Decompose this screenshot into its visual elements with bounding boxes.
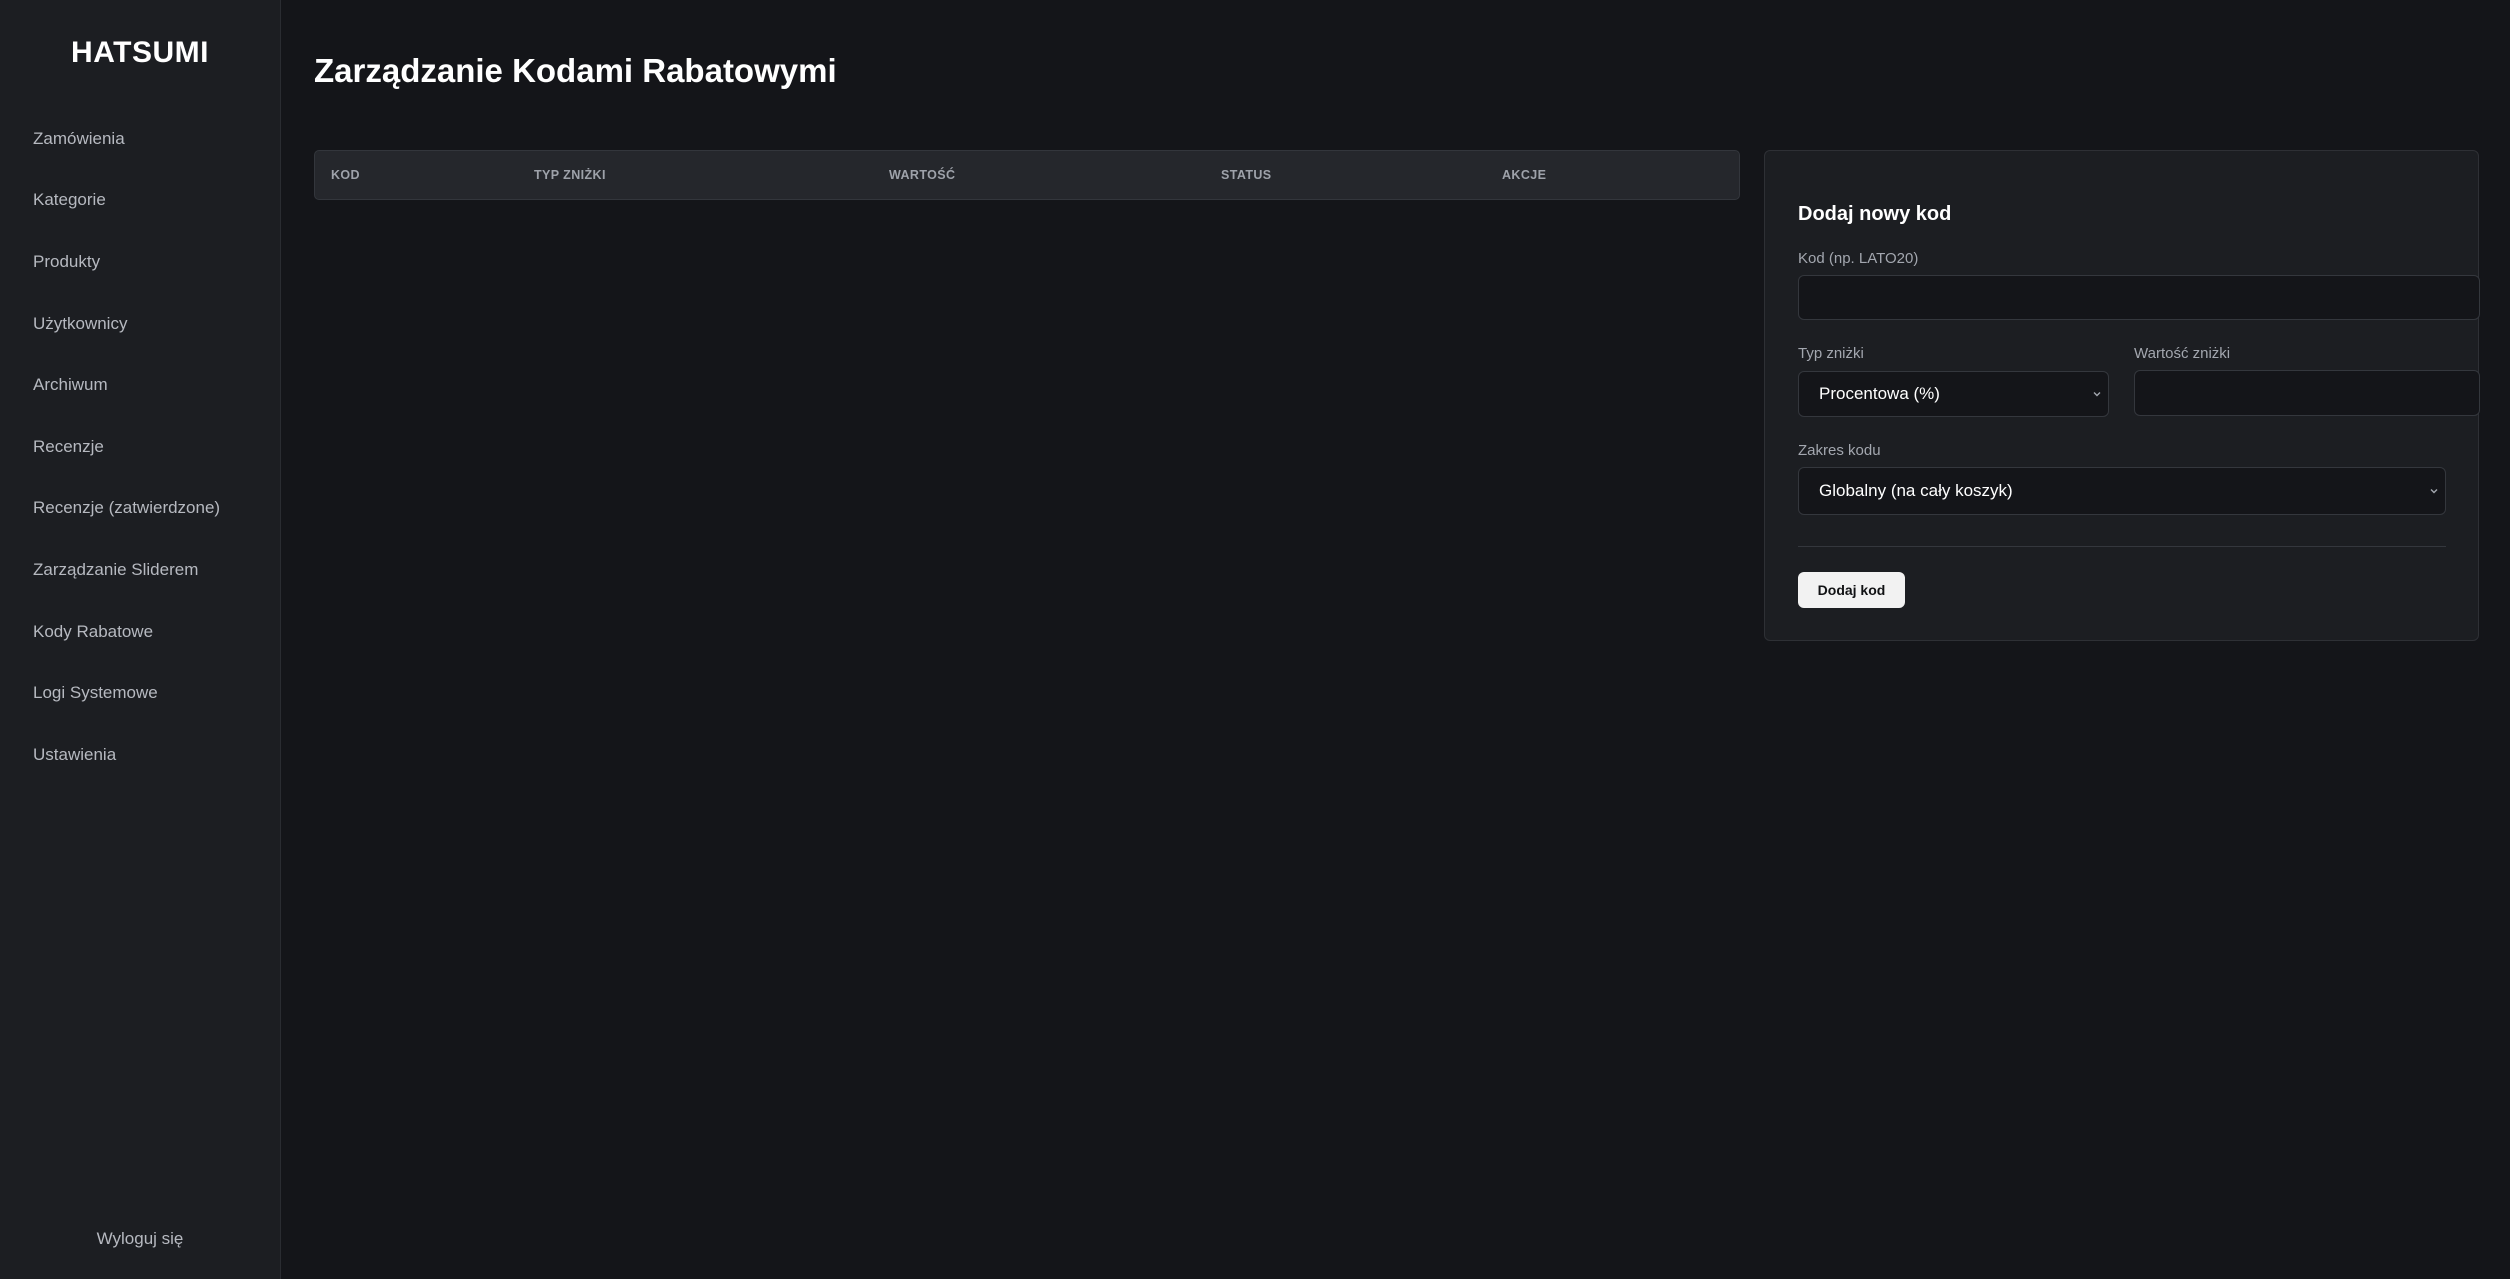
scope-label: Zakres kodu	[1798, 442, 1881, 459]
discount-type-select[interactable]: Procentowa (%)	[1798, 371, 2109, 417]
page-title: Zarządzanie Kodami Rabatowymi	[314, 52, 837, 89]
brand-logo: HATSUMI	[71, 36, 209, 69]
sidebar-item-zamowienia[interactable]: Zamówienia	[0, 108, 280, 170]
sidebar-item-recenzje[interactable]: Recenzje	[0, 416, 280, 478]
code-label: Kod (np. LATO20)	[1798, 250, 1919, 267]
sidebar-item-uzytkownicy[interactable]: Użytkownicy	[0, 293, 280, 355]
form-divider	[1798, 546, 2446, 547]
discount-value-input[interactable]	[2134, 370, 2480, 416]
main-content: Zarządzanie Kodami Rabatowymi KOD TYP ZN…	[281, 0, 2510, 1279]
sidebar-item-kategorie[interactable]: Kategorie	[0, 170, 280, 232]
add-code-button[interactable]: Dodaj kod	[1798, 572, 1905, 608]
scope-select[interactable]: Globalny (na cały koszyk)	[1798, 467, 2446, 515]
chevron-down-icon	[2093, 392, 2101, 397]
column-header-kod[interactable]: KOD	[331, 151, 360, 199]
column-header-wartosc[interactable]: WARTOŚĆ	[889, 151, 955, 199]
sidebar-item-logi-systemowe[interactable]: Logi Systemowe	[0, 662, 280, 724]
sidebar: HATSUMI Zamówienia Kategorie Produkty Uż…	[0, 0, 281, 1279]
sidebar-nav: Zamówienia Kategorie Produkty Użytkownic…	[0, 108, 280, 786]
sidebar-item-recenzje-zatwierdzone[interactable]: Recenzje (zatwierdzone)	[0, 478, 280, 540]
discount-value-label: Wartość zniżki	[2134, 345, 2231, 362]
column-header-akcje[interactable]: AKCJE	[1502, 151, 1546, 199]
column-header-status[interactable]: STATUS	[1221, 151, 1272, 199]
discount-codes-table: KOD TYP ZNIŻKI WARTOŚĆ STATUS AKCJE	[314, 150, 1740, 200]
app: HATSUMI Zamówienia Kategorie Produkty Uż…	[0, 0, 2510, 1279]
sidebar-item-zarzadzanie-sliderem[interactable]: Zarządzanie Sliderem	[0, 539, 280, 601]
chevron-down-icon	[2430, 489, 2438, 494]
discount-type-value: Procentowa (%)	[1819, 384, 1940, 403]
logout-link[interactable]: Wyloguj się	[0, 1229, 280, 1249]
sidebar-item-produkty[interactable]: Produkty	[0, 231, 280, 293]
sidebar-item-kody-rabatowe[interactable]: Kody Rabatowe	[0, 601, 280, 663]
code-input[interactable]	[1798, 275, 2480, 320]
add-code-panel: Dodaj nowy kod Kod (np. LATO20) Typ zniż…	[1764, 150, 2480, 641]
column-header-typ-znizki[interactable]: TYP ZNIŻKI	[534, 151, 606, 199]
sidebar-item-ustawienia[interactable]: Ustawienia	[0, 724, 280, 786]
sidebar-item-archiwum[interactable]: Archiwum	[0, 354, 280, 416]
panel-title: Dodaj nowy kod	[1798, 203, 1952, 225]
discount-type-label: Typ zniżki	[1798, 345, 1864, 362]
scope-value: Globalny (na cały koszyk)	[1819, 481, 2013, 500]
